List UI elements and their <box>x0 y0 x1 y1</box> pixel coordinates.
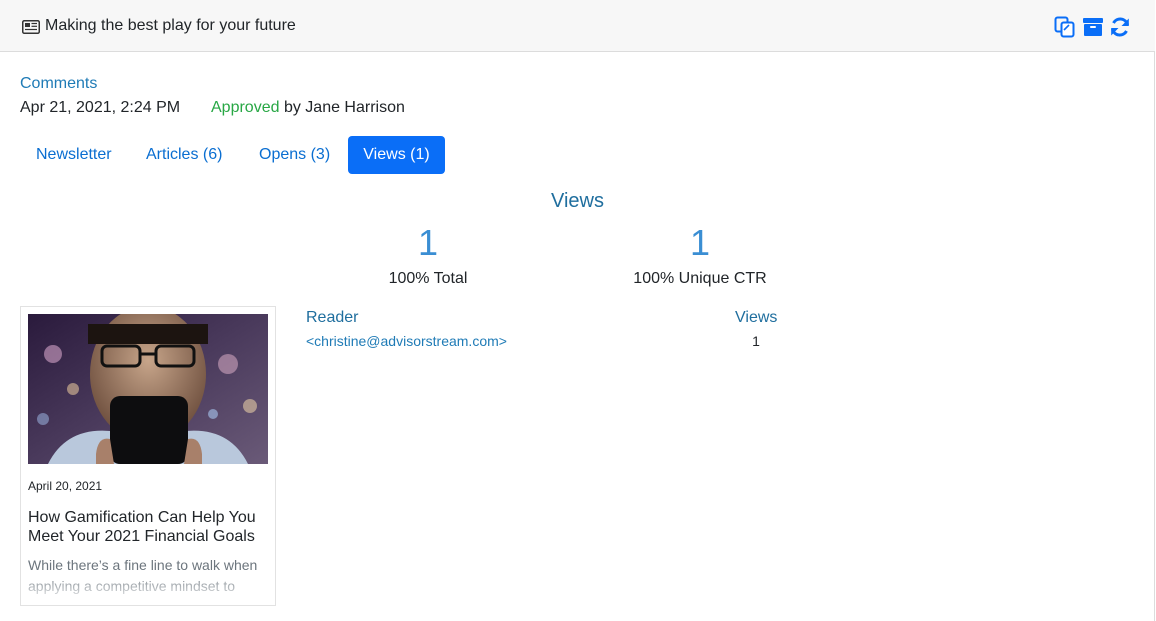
unique-ctr-value: 1 <box>689 222 711 263</box>
article-card[interactable]: April 20, 2021 How Gamification Can Help… <box>20 306 276 606</box>
article-title[interactable]: How Gamification Can Help You Meet Your … <box>28 508 268 546</box>
excerpt-fade <box>21 571 275 605</box>
approved-badge: Approved <box>211 99 280 116</box>
reader-views-count: 1 <box>752 333 760 349</box>
page-title: Making the best play for your future <box>45 17 296 34</box>
comments-link[interactable]: Comments <box>20 75 97 93</box>
card-header: Making the best play for your future <box>0 0 1155 52</box>
total-views-label: 100% Total <box>388 270 468 287</box>
refresh-button[interactable] <box>1109 16 1131 38</box>
approval-status: Approved by Jane Harrison <box>211 99 405 117</box>
tab-views[interactable]: Views (1) <box>348 136 445 174</box>
tab-opens[interactable]: Opens (3) <box>243 136 346 174</box>
total-views-value: 1 <box>417 222 439 263</box>
sent-date: Apr 21, 2021, 2:24 PM <box>20 99 181 116</box>
tab-newsletter[interactable]: Newsletter <box>20 136 128 174</box>
archive-button[interactable] <box>1082 16 1104 38</box>
reader-column-header: Reader <box>306 309 359 326</box>
copy-button[interactable] <box>1054 16 1076 38</box>
reader-email-link[interactable]: <christine@advisorstream.com> <box>306 333 507 349</box>
views-column-header: Views <box>735 309 778 326</box>
article-date: April 20, 2021 <box>28 479 103 493</box>
unique-ctr-label: 100% Unique CTR <box>633 270 767 287</box>
approver-text: by Jane Harrison <box>279 99 405 116</box>
archive-icon <box>1083 18 1103 36</box>
newsletter-card: Making the best play for your future Com… <box>0 0 1155 621</box>
views-section-title: Views <box>551 190 604 212</box>
refresh-icon <box>1111 17 1129 37</box>
newspaper-icon <box>22 20 40 34</box>
article-thumbnail <box>28 314 268 464</box>
copy-icon <box>1054 16 1075 38</box>
tab-articles[interactable]: Articles (6) <box>130 136 238 174</box>
